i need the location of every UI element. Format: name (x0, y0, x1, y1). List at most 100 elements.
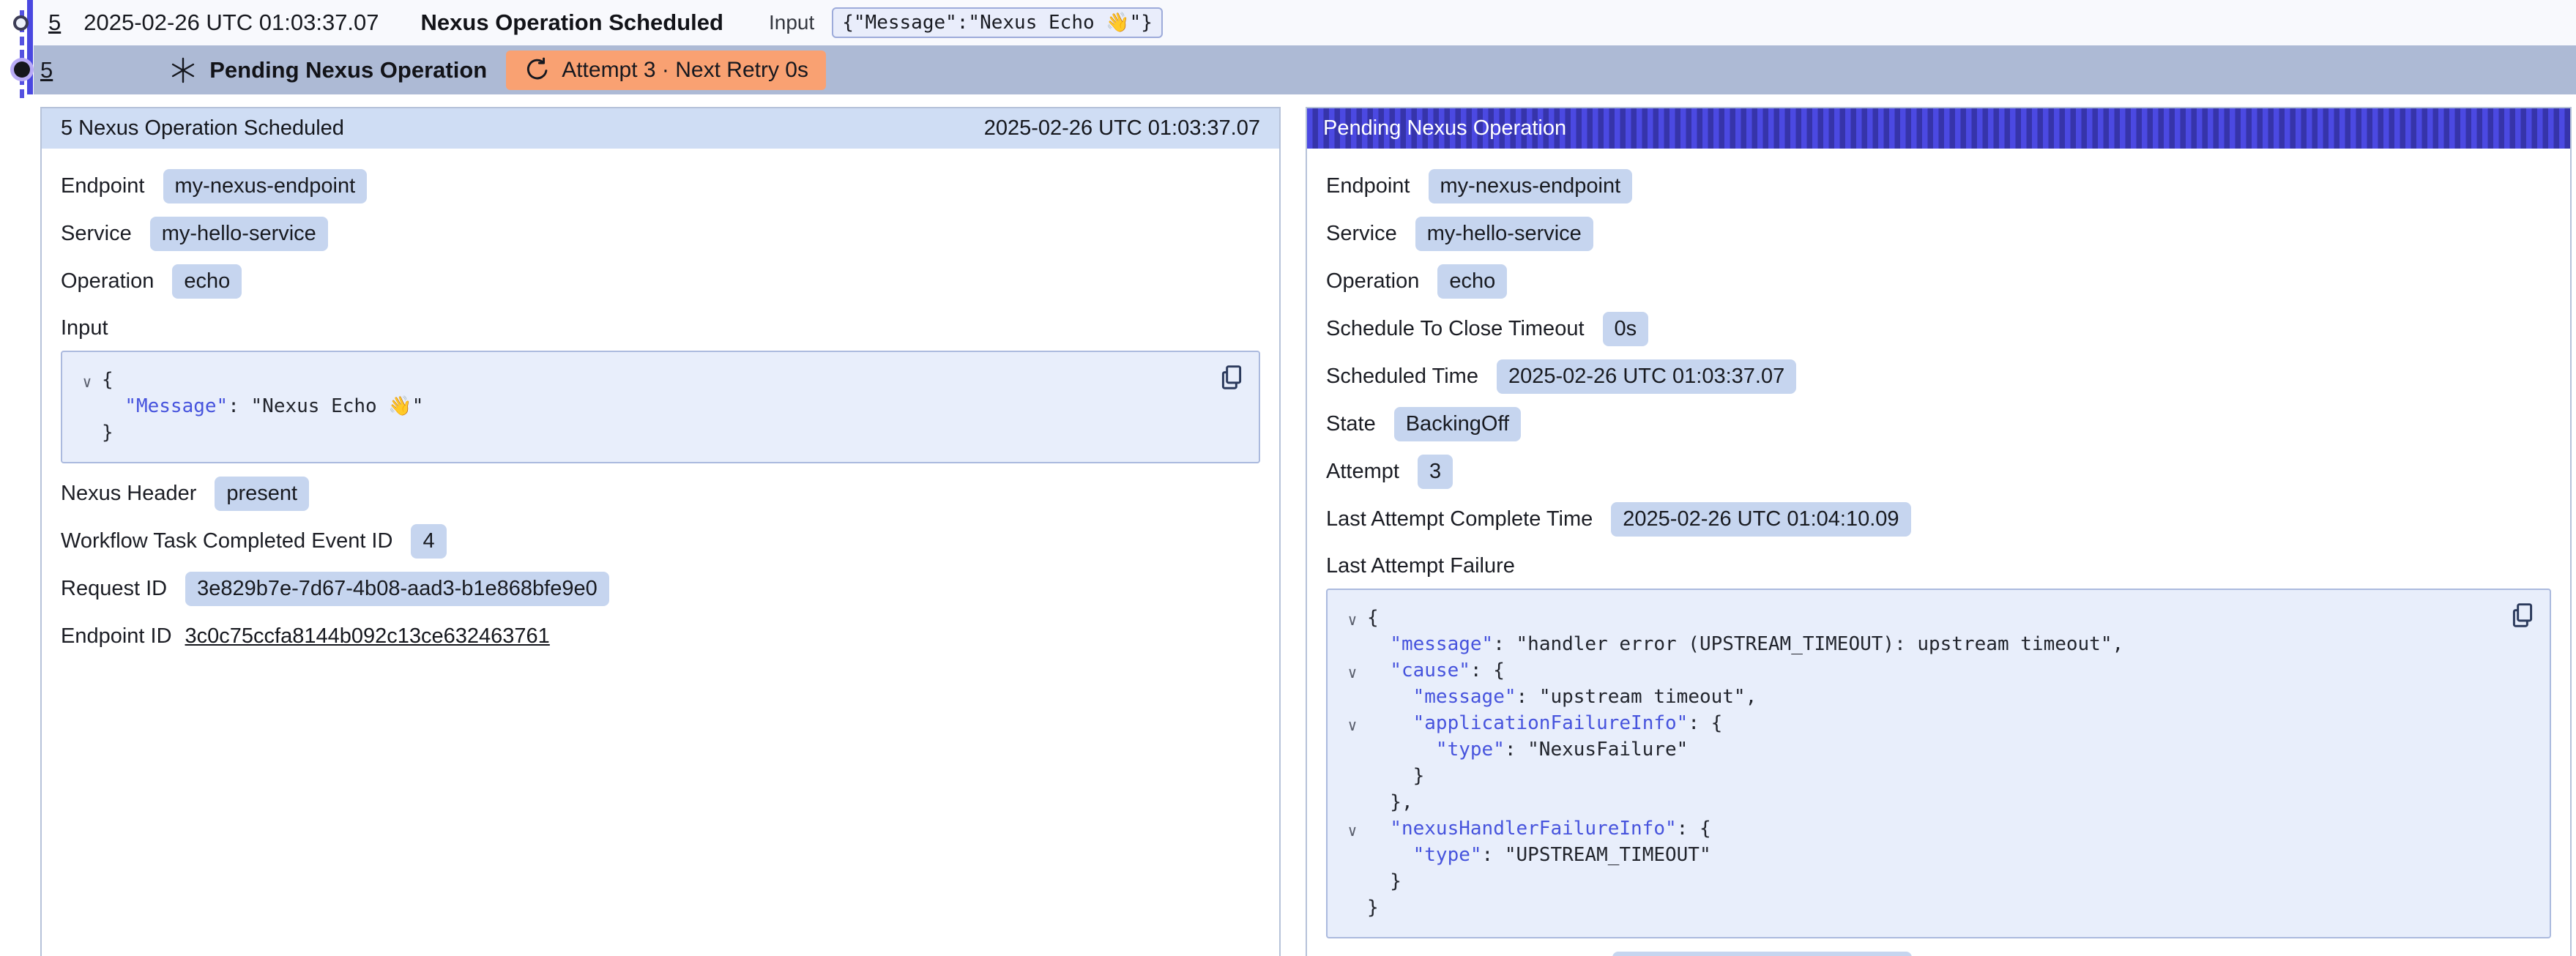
pending-operation-panel: Pending Nexus Operation Endpoint my-nexu… (1306, 107, 2572, 956)
code-text: } (1367, 763, 1424, 789)
copy-icon[interactable] (1218, 364, 1246, 392)
detail-field: Schedule To Close Timeout 0s (1326, 312, 2551, 346)
field-value-chip: 2025-02-26 UTC 01:04:13.93 (1612, 952, 1912, 956)
event-title: Pending Nexus Operation (209, 57, 487, 83)
scheduled-fields-top: Endpoint my-nexus-endpoint Service my-he… (61, 169, 1260, 299)
field-label: Nexus Header (61, 482, 196, 506)
field-label: Last Attempt Complete Time (1326, 507, 1593, 531)
code-text: "nexusHandlerFailureInfo": { (1367, 815, 1711, 842)
failure-json-block: ∨{∨ "message": "handler error (UPSTREAM_… (1326, 589, 2551, 938)
code-text: "message": "handler error (UPSTREAM_TIME… (1367, 631, 2123, 657)
code-text: } (102, 419, 113, 446)
event-id-link[interactable]: 5 (40, 57, 53, 83)
code-text: } (1367, 895, 1379, 921)
detail-field: State BackingOff (1326, 407, 2551, 441)
event-marker-open-icon[interactable] (13, 15, 29, 31)
event-title: Nexus Operation Scheduled (421, 10, 723, 36)
field-label: Operation (1326, 269, 1419, 294)
scheduled-panel-time: 2025-02-26 UTC 01:03:37.07 (984, 116, 1260, 141)
field-label: Service (61, 222, 132, 246)
code-line: ∨ "Message": "Nexus Echo 👋" (72, 393, 1193, 419)
code-line: ∨ "message": "upstream timeout", (1338, 684, 2484, 710)
code-line: ∨} (1338, 895, 2484, 921)
detail-field: Operation echo (61, 264, 1260, 299)
failure-section-label: Last Attempt Failure (1326, 554, 2551, 578)
code-text: }, (1367, 789, 1413, 815)
field-label: Scheduled Time (1326, 365, 1478, 389)
field-value-chip: my-hello-service (1415, 217, 1593, 251)
retry-status-badge: Attempt 3 · Next Retry 0s (506, 51, 826, 90)
copy-icon[interactable] (2509, 602, 2536, 630)
pending-panel-header: Pending Nexus Operation (1307, 108, 2570, 149)
scheduled-event-panel: 5 Nexus Operation Scheduled 2025-02-26 U… (40, 107, 1281, 956)
detail-field: Nexus Header present (61, 477, 1260, 511)
input-section-label: Input (61, 316, 1260, 340)
detail-field: Attempt 3 (1326, 455, 2551, 489)
detail-field: Endpoint my-nexus-endpoint (61, 169, 1260, 203)
code-line: ∨ } (1338, 868, 2484, 895)
field-value-chip: BackingOff (1394, 407, 1521, 441)
collapse-chevron-icon[interactable]: ∨ (1338, 818, 1367, 844)
code-line: ∨ "type": "NexusFailure" (1338, 736, 2484, 763)
collapse-chevron-icon[interactable]: ∨ (1338, 712, 1367, 739)
pending-panel-body: Endpoint my-nexus-endpoint Service my-he… (1307, 149, 2570, 956)
retry-badge-text: Attempt 3 · Next Retry 0s (562, 58, 808, 83)
code-text: } (1367, 868, 1401, 895)
field-value-chip: echo (172, 264, 242, 299)
code-line: ∨} (72, 419, 1193, 446)
code-line: ∨ "type": "UPSTREAM_TIMEOUT" (1338, 842, 2484, 868)
field-value-chip: my-nexus-endpoint (163, 169, 368, 203)
field-value-chip: 2025-02-26 UTC 01:03:37.07 (1497, 359, 1796, 394)
code-line: ∨ "nexusHandlerFailureInfo": { (1338, 815, 2484, 842)
field-label: Endpoint (61, 174, 145, 198)
collapse-chevron-icon[interactable]: ∨ (1338, 607, 1367, 633)
scheduled-panel-body: Endpoint my-nexus-endpoint Service my-he… (42, 149, 1279, 684)
field-label: State (1326, 412, 1376, 436)
field-value-chip: my-nexus-endpoint (1429, 169, 1633, 203)
code-line: ∨{ (72, 367, 1193, 393)
field-label: Attempt (1326, 460, 1399, 484)
code-text: "applicationFailureInfo": { (1367, 710, 1722, 736)
pending-panel-title: Pending Nexus Operation (1323, 116, 1566, 141)
field-value-chip: 3e829b7e-7d67-4b08-aad3-b1e868bfe9e0 (185, 572, 609, 606)
code-line: ∨ "message": "handler error (UPSTREAM_TI… (1338, 631, 2484, 657)
field-value-link[interactable]: 3c0c75ccfa8144b092c13ce632463761 (185, 619, 550, 654)
event-detail-panels: 5 Nexus Operation Scheduled 2025-02-26 U… (0, 94, 2576, 956)
field-value-chip: 4 (411, 524, 446, 559)
field-value-chip: echo (1437, 264, 1507, 299)
collapse-chevron-icon[interactable]: ∨ (1338, 660, 1367, 686)
code-line: ∨ } (1338, 763, 2484, 789)
code-line: ∨ }, (1338, 789, 2484, 815)
code-text: "type": "UPSTREAM_TIMEOUT" (1367, 842, 1711, 868)
input-json-block: ∨{∨ "Message": "Nexus Echo 👋"∨} (61, 351, 1260, 463)
code-text: "message": "upstream timeout", (1367, 684, 1757, 710)
code-line: ∨ "applicationFailureInfo": { (1338, 710, 2484, 736)
retry-icon (524, 57, 550, 83)
detail-field: Operation echo (1326, 264, 2551, 299)
field-label: Endpoint (1326, 174, 1410, 198)
field-label: Endpoint ID (61, 624, 172, 649)
event-row-scheduled[interactable]: 5 2025-02-26 UTC 01:03:37.07 Nexus Opera… (34, 0, 2576, 45)
event-history-rows: 5 2025-02-26 UTC 01:03:37.07 Nexus Opera… (34, 0, 2576, 94)
event-timeline-gutter (0, 0, 34, 110)
field-value-chip: 2025-02-26 UTC 01:04:10.09 (1611, 502, 1910, 537)
next-attempt-field: Next Attempt Schedule Time 2025-02-26 UT… (1326, 952, 2551, 956)
code-text: "Message": "Nexus Echo 👋" (102, 393, 423, 419)
event-row-pending[interactable]: 5 Pending Nexus Operation Attempt 3 · Ne… (34, 45, 2576, 94)
field-value-chip: present (215, 477, 309, 511)
detail-field: Last Attempt Complete Time 2025-02-26 UT… (1326, 502, 2551, 537)
collapse-chevron-icon[interactable]: ∨ (72, 369, 102, 395)
selected-events-accent-bar (27, 0, 33, 94)
field-label: Request ID (61, 577, 167, 601)
event-id-link[interactable]: 5 (48, 10, 61, 36)
code-line: ∨{ (1338, 605, 2484, 631)
field-value-chip: 0s (1603, 312, 1649, 346)
field-label: Service (1326, 222, 1397, 246)
event-marker-current-icon[interactable] (14, 61, 30, 78)
field-label: Workflow Task Completed Event ID (61, 529, 392, 553)
detail-field: Request ID 3e829b7e-7d67-4b08-aad3-b1e86… (61, 572, 1260, 606)
detail-field: Endpoint my-nexus-endpoint (1326, 169, 2551, 203)
pending-asterisk-icon (168, 56, 198, 85)
pending-fields: Endpoint my-nexus-endpoint Service my-he… (1326, 169, 2551, 537)
field-label: Operation (61, 269, 154, 294)
